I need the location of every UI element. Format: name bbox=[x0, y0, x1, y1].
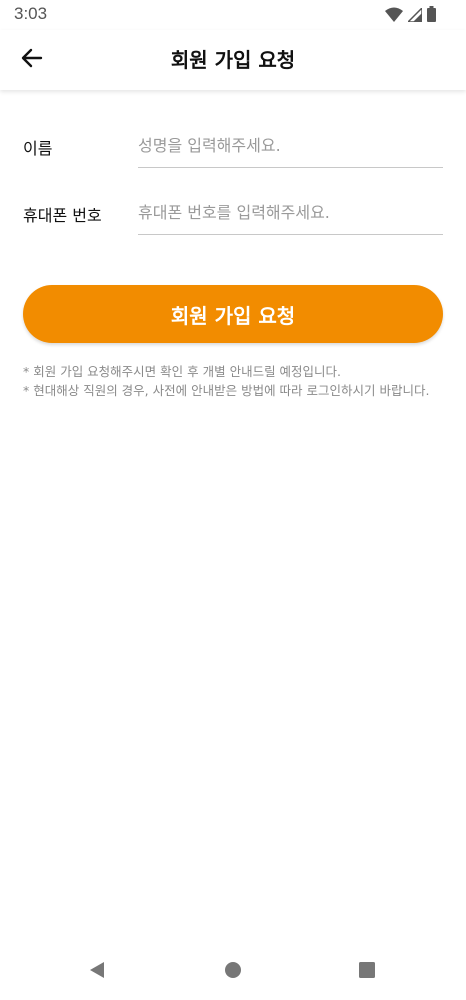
phone-label: 휴대폰 번호 bbox=[23, 206, 102, 225]
name-row: 이름 bbox=[23, 113, 443, 173]
signup-request-button[interactable]: 회원 가입 요청 bbox=[23, 285, 443, 343]
page-title: 회원 가입 요청 bbox=[170, 48, 296, 72]
name-label: 이름 bbox=[23, 139, 53, 158]
home-circle-icon bbox=[224, 961, 242, 983]
status-icons bbox=[385, 5, 436, 26]
system-nav-bar bbox=[0, 944, 466, 1000]
nav-recents-button[interactable] bbox=[349, 954, 385, 990]
recents-square-icon bbox=[358, 961, 376, 983]
app-bar: 회원 가입 요청 bbox=[0, 30, 466, 90]
name-input[interactable] bbox=[138, 123, 443, 168]
notes: * 회원 가입 요청해주시면 확인 후 개별 안내드릴 예정입니다. * 현대해… bbox=[23, 362, 445, 400]
note-line: * 회원 가입 요청해주시면 확인 후 개별 안내드릴 예정입니다. bbox=[23, 364, 342, 379]
nav-home-button[interactable] bbox=[215, 954, 251, 990]
status-time: 3:03 bbox=[14, 4, 48, 23]
back-triangle-icon bbox=[88, 961, 106, 983]
status-bar: 3:03 bbox=[0, 0, 466, 30]
wifi-icon bbox=[385, 7, 403, 26]
phone-row: 휴대폰 번호 bbox=[23, 180, 443, 240]
phone-input[interactable] bbox=[138, 190, 443, 235]
signal-icon bbox=[406, 5, 423, 26]
nav-back-button[interactable] bbox=[79, 954, 115, 990]
note-line: * 현대해상 직원의 경우, 사전에 안내받은 방법에 따라 로그인하시기 바랍… bbox=[23, 383, 430, 398]
battery-icon bbox=[427, 6, 436, 26]
